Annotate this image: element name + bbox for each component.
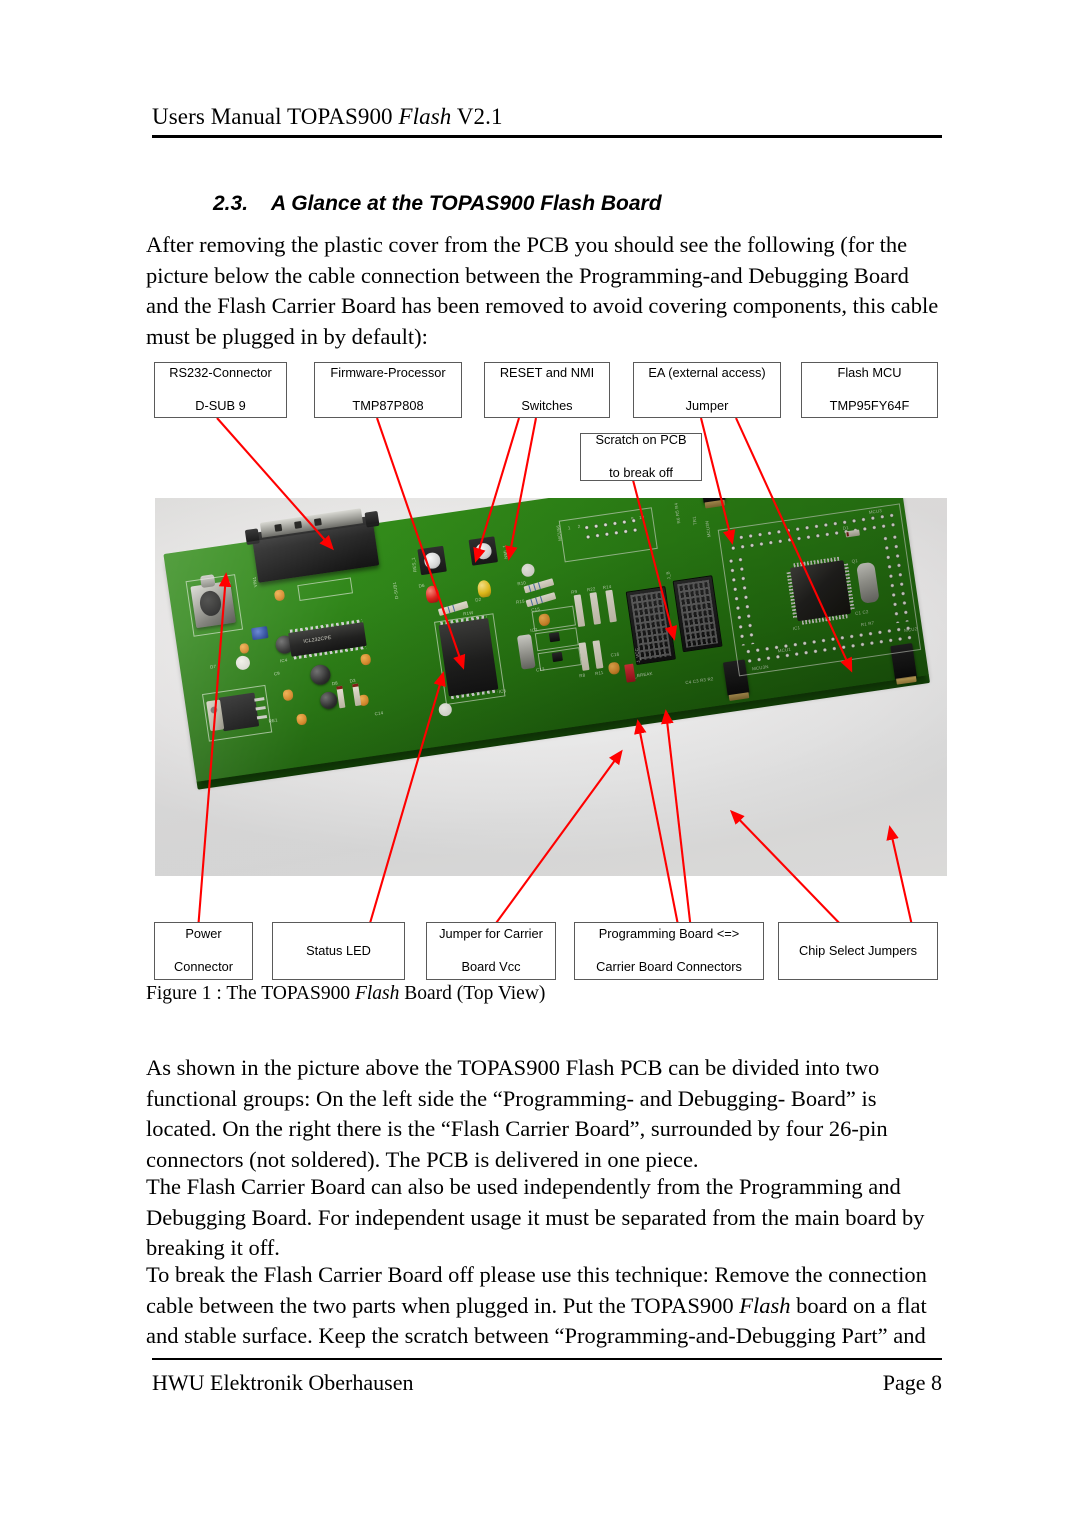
callout-programming-carrier-connectors[interactable]: Programming Board <=> Carrier Board Conne… xyxy=(574,922,764,980)
section-number: 2.3. xyxy=(213,192,249,215)
paragraph-functional-groups: As shown in the picture above the TOPAS9… xyxy=(146,1055,888,1172)
callout-firmware-processor[interactable]: Firmware-Processor TMP87P808 xyxy=(314,362,462,418)
header-title: Users Manual TOPAS900 Flash V2.1 xyxy=(152,104,503,129)
callout-reset-nmi-switches[interactable]: RESET and NMI Switches xyxy=(484,362,610,418)
callout-flash-mcu[interactable]: Flash MCU TMP95FY64F xyxy=(801,362,938,418)
callout-status-led[interactable]: Status LED xyxy=(272,922,405,980)
paragraph-independent-usage: The Flash Carrier Board can also be used… xyxy=(146,1174,925,1260)
pcb-photograph: RE1 D8 D3 D7 C9 IC4 C14 xyxy=(155,498,947,876)
footer-page-number: Page 8 xyxy=(882,1370,942,1395)
header-divider xyxy=(152,135,942,138)
section-heading: 2.3. A Glance at the TOPAS900 Flash Board xyxy=(213,192,662,216)
callout-chip-select-jumpers[interactable]: Chip Select Jumpers xyxy=(778,922,938,980)
callout-ea-jumper[interactable]: EA (external access) Jumper xyxy=(633,362,781,418)
callout-power-connector[interactable]: Power Connector xyxy=(154,922,253,980)
callout-scratch-on-pcb[interactable]: Scratch on PCB to break off xyxy=(580,432,702,481)
paragraph-intro: After removing the plastic cover from th… xyxy=(146,232,939,349)
callout-carrier-vcc-jumper[interactable]: Jumper for Carrier Board Vcc xyxy=(426,922,556,980)
callout-rs232-connector[interactable]: RS232-Connector D-SUB 9 xyxy=(154,362,287,418)
footer-company: HWU Elektronik Oberhausen xyxy=(152,1370,414,1395)
figure-caption: Figure 1 : The TOPAS900 Flash Board (Top… xyxy=(146,983,546,1004)
footer-divider xyxy=(152,1358,942,1360)
figure-block: RE1 D8 D3 D7 C9 IC4 C14 xyxy=(146,360,947,1020)
section-title: A Glance at the TOPAS900 Flash Board xyxy=(271,192,662,215)
paragraph-break-off: To break the Flash Carrier Board off ple… xyxy=(146,1262,927,1348)
page-header: Users Manual TOPAS900 Flash V2.1 xyxy=(152,104,942,130)
document-page: Users Manual TOPAS900 Flash V2.1 2.3. A G… xyxy=(0,0,1080,1528)
